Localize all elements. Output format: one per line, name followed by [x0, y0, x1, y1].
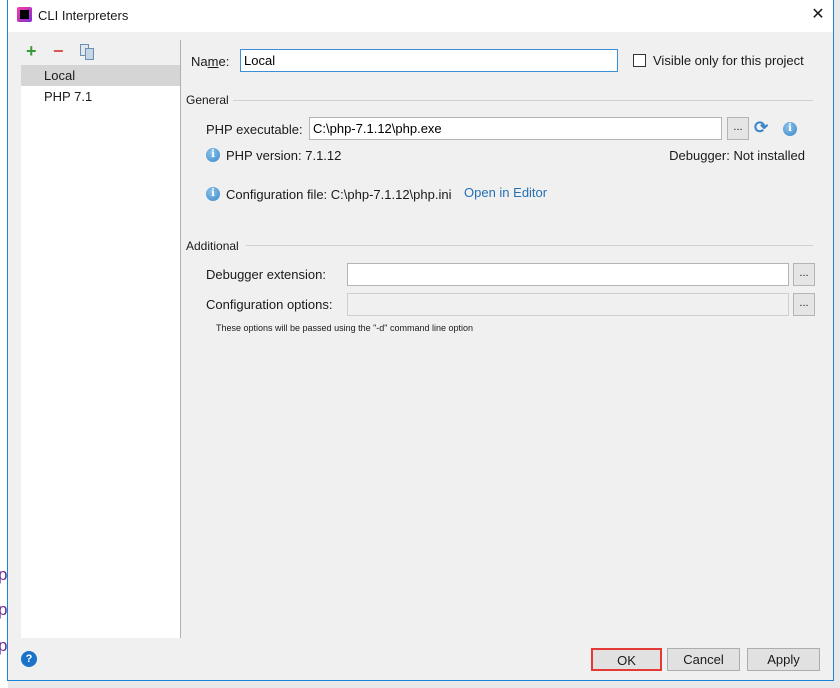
interpreter-item-local[interactable]: Local: [21, 65, 180, 86]
php-executable-input[interactable]: [309, 117, 722, 140]
debugger-status: Debugger: Not installed: [669, 148, 805, 163]
configuration-options-input[interactable]: [347, 293, 789, 316]
browse-executable-button[interactable]: ...: [727, 117, 749, 140]
name-label: Name:: [191, 54, 230, 69]
title-bar: CLI Interpreters ✕: [8, 0, 833, 32]
dialog-title: CLI Interpreters: [38, 8, 129, 23]
name-input[interactable]: [240, 49, 618, 72]
configuration-options-label: Configuration options:: [206, 297, 333, 312]
apply-button[interactable]: Apply: [747, 648, 820, 671]
debugger-extension-input[interactable]: [347, 263, 789, 286]
configuration-file-text: Configuration file: C:\php-7.1.12\php.in…: [226, 187, 452, 202]
edit-configuration-options-button[interactable]: ...: [793, 293, 815, 316]
info-icon[interactable]: i: [783, 122, 797, 136]
refresh-icon[interactable]: ⟳: [754, 118, 768, 138]
php-version-text: PHP version: 7.1.12: [226, 148, 342, 163]
add-icon[interactable]: +: [26, 42, 37, 60]
interpreter-item-php71[interactable]: PHP 7.1: [21, 86, 180, 107]
browse-debugger-extension-button[interactable]: ...: [793, 263, 815, 286]
divider: [233, 100, 813, 101]
additional-section-title: Additional: [186, 239, 239, 253]
debugger-extension-label: Debugger extension:: [206, 267, 326, 282]
ok-button[interactable]: OK: [591, 648, 662, 671]
php-executable-label: PHP executable:: [206, 122, 303, 137]
visible-only-label[interactable]: Visible only for this project: [653, 53, 804, 68]
copy-icon[interactable]: [80, 44, 94, 60]
help-button[interactable]: ?: [21, 651, 37, 667]
cli-interpreters-dialog: CLI Interpreters ✕ + − Local PHP 7.1 Nam…: [7, 0, 834, 681]
open-in-editor-link[interactable]: Open in Editor: [464, 185, 547, 200]
general-section-title: General: [186, 93, 229, 107]
divider: [246, 245, 813, 246]
visible-only-checkbox[interactable]: [633, 54, 646, 67]
interpreter-list: Local PHP 7.1: [21, 65, 180, 638]
splitter[interactable]: [180, 40, 181, 638]
info-icon: i: [206, 148, 220, 162]
phpstorm-icon: [17, 7, 32, 22]
configuration-options-hint: These options will be passed using the "…: [216, 323, 474, 333]
cancel-button[interactable]: Cancel: [667, 648, 740, 671]
close-button[interactable]: ✕: [806, 4, 830, 26]
info-icon: i: [206, 187, 220, 201]
remove-icon[interactable]: −: [53, 42, 64, 60]
